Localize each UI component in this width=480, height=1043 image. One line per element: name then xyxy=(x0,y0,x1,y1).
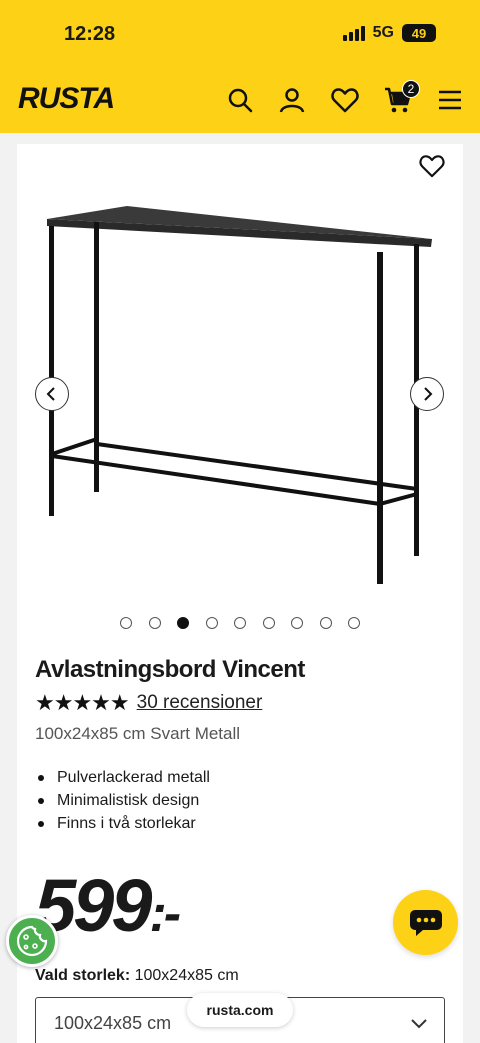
chat-icon xyxy=(409,909,442,936)
feature-list: Pulverlackerad metall Minimalistisk desi… xyxy=(35,766,210,835)
browser-url[interactable]: rusta.com xyxy=(187,993,293,1027)
product-gallery[interactable] xyxy=(17,144,463,604)
gallery-dot[interactable] xyxy=(262,617,275,629)
gallery-dot[interactable] xyxy=(120,617,132,629)
header: 12:28 5G 49 RUSTA 2 xyxy=(0,0,480,133)
status-indicators: 5G 49 xyxy=(342,24,436,42)
feature-item: Minimalistisk design xyxy=(35,789,210,812)
chat-button[interactable] xyxy=(393,890,458,955)
chevron-left-icon xyxy=(46,387,55,401)
chevron-down-icon xyxy=(411,1019,427,1029)
network-type: 5G xyxy=(372,24,394,41)
cart-count-badge: 2 xyxy=(402,80,420,98)
gallery-dot[interactable] xyxy=(319,617,332,629)
rating-stars: ★★★★★ xyxy=(35,690,130,715)
gallery-dot[interactable] xyxy=(348,617,360,629)
gallery-dot[interactable] xyxy=(205,617,218,629)
gallery-dot[interactable] xyxy=(291,617,303,629)
size-label-key: Vald storlek: xyxy=(35,967,131,984)
signal-icon xyxy=(342,25,365,41)
product-rating: ★★★★★ 30 recensioner xyxy=(35,690,262,716)
reviews-link[interactable]: 30 recensioner xyxy=(137,692,263,714)
gallery-dot[interactable] xyxy=(234,617,246,629)
product-image xyxy=(47,206,432,584)
cart-icon[interactable]: 2 xyxy=(384,80,420,114)
size-label-value: 100x24x85 cm xyxy=(134,967,239,984)
size-label: Vald storlek: 100x24x85 cm xyxy=(35,967,239,985)
status-time: 12:28 xyxy=(64,23,116,45)
price-suffix: :- xyxy=(149,885,181,943)
search-icon[interactable] xyxy=(226,86,254,114)
battery-icon: 49 xyxy=(402,24,436,42)
product-variant: 100x24x85 cm Svart Metall xyxy=(35,724,241,743)
favorite-icon[interactable] xyxy=(419,154,445,180)
menu-icon[interactable] xyxy=(436,86,464,114)
feature-item: Pulverlackerad metall xyxy=(35,766,210,789)
next-image-button[interactable] xyxy=(410,377,444,411)
user-icon[interactable] xyxy=(278,86,306,114)
gallery-dot[interactable] xyxy=(148,617,161,629)
product-title: Avlastningsbord Vincent xyxy=(35,656,305,683)
feature-item: Finns i två storlekar xyxy=(35,812,210,835)
chevron-right-icon xyxy=(424,387,433,401)
previous-image-button[interactable] xyxy=(35,377,69,411)
cookie-icon xyxy=(16,925,48,957)
cookie-settings-button[interactable] xyxy=(6,915,58,967)
size-select-value: 100x24x85 cm xyxy=(54,1012,172,1033)
gallery-pagination xyxy=(17,617,463,629)
rusta-logo[interactable]: RUSTA xyxy=(18,83,115,115)
heart-icon[interactable] xyxy=(331,86,359,114)
gallery-dot[interactable] xyxy=(177,617,189,629)
